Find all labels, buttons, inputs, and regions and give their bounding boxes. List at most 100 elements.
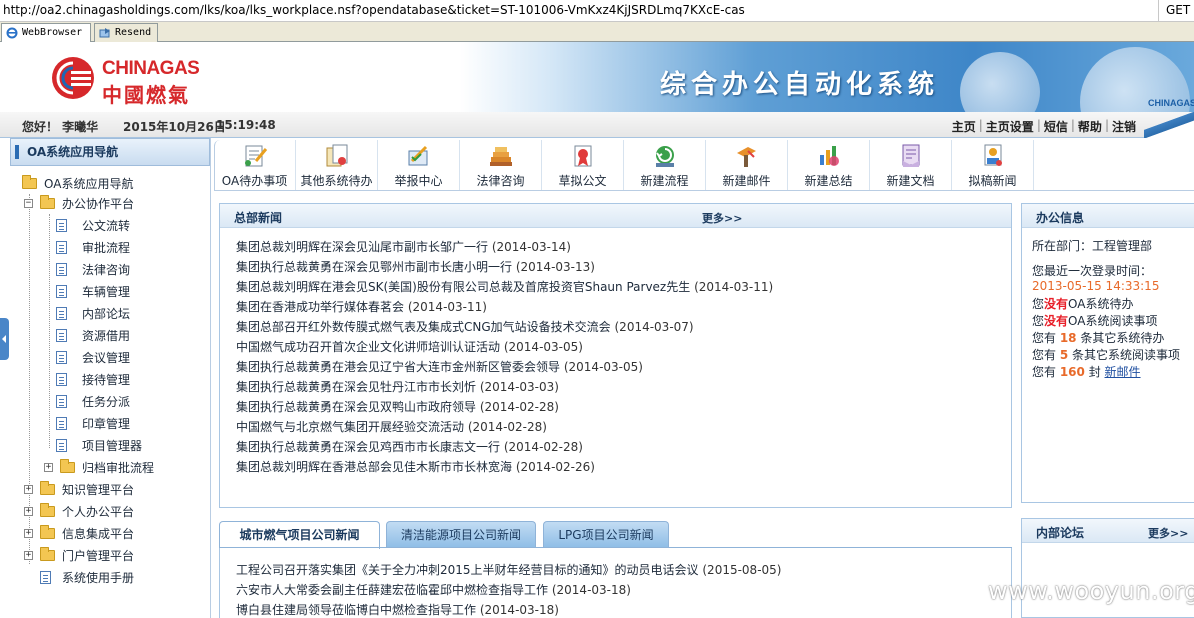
- more-link[interactable]: 更多>>: [1148, 525, 1188, 541]
- news-date: (2014-02-28): [479, 400, 559, 414]
- expand-icon[interactable]: +: [24, 507, 33, 516]
- more-link[interactable]: 更多>>: [702, 210, 742, 226]
- news-date: (2014-03-03): [479, 380, 559, 394]
- news-item[interactable]: 六安市人大常委会副主任薛建宏莅临霍邱中燃检查指导工作 (2014-03-18): [236, 580, 781, 600]
- tab-label: Resend: [115, 27, 152, 38]
- tool-draft-news[interactable]: 拟稿新闻: [952, 140, 1034, 190]
- tab-lpg-news[interactable]: LPG项目公司新闻: [543, 521, 669, 548]
- news-title[interactable]: 集团在香港成功举行媒体春茗会: [236, 300, 404, 314]
- report-icon: [408, 145, 428, 166]
- tree-label: 知识管理平台: [62, 483, 135, 497]
- tool-oa-todo[interactable]: OA待办事项: [214, 140, 296, 190]
- line-prefix: 您有: [1032, 365, 1060, 379]
- link-home[interactable]: 主页: [952, 118, 976, 135]
- other-read-line[interactable]: 您有 5 条其它系统阅读事项: [1032, 347, 1180, 364]
- news-date: (2014-03-18): [479, 603, 559, 617]
- todo-icon: [245, 145, 268, 167]
- news-item[interactable]: 集团在香港成功举行媒体春茗会 (2014-03-11): [236, 297, 773, 317]
- news-item[interactable]: 集团执行总裁黄勇在深会见牡丹江市市长刘忻 (2014-03-03): [236, 377, 773, 397]
- tab-city-gas-news[interactable]: 城市燃气项目公司新闻: [219, 521, 380, 549]
- news-title[interactable]: 中国燃气成功召开首次企业文化讲师培训认证活动: [236, 340, 500, 354]
- tool-label: 新建邮件: [722, 174, 771, 188]
- tree-label: 接待管理: [82, 373, 131, 387]
- news-item[interactable]: 集团执行总裁黄勇在深会见鄂州市副市长唐小明一行 (2014-03-13): [236, 257, 773, 277]
- tool-new-process[interactable]: 新建流程: [624, 140, 706, 190]
- news-title[interactable]: 集团总部召开红外数传膜式燃气表及集成式CNG加气站设备技术交流会: [236, 320, 611, 334]
- http-method: GET: [1158, 0, 1194, 22]
- folder-open-icon: [40, 195, 55, 209]
- news-title[interactable]: 集团执行总裁黄勇在深会见双鸭山市政府领导: [236, 400, 476, 414]
- city-news-panel: 工程公司召开落实集团《关于全力冲刺2015上半财年经营目标的通知》的动员电话会议…: [219, 548, 1012, 618]
- news-item[interactable]: 中国燃气成功召开首次企业文化讲师培训认证活动 (2014-03-05): [236, 337, 773, 357]
- news-item[interactable]: 集团执行总裁黄勇在深会见鸡西市市长康志文一行 (2014-02-28): [236, 437, 773, 457]
- read-line[interactable]: 您没有OA系统阅读事项: [1032, 313, 1180, 330]
- news-item[interactable]: 集团总部召开红外数传膜式燃气表及集成式CNG加气站设备技术交流会 (2014-0…: [236, 317, 773, 337]
- new-mail-icon: [737, 147, 756, 167]
- news-item[interactable]: 博白县住建局领导莅临博白中燃检查指导工作 (2014-03-18): [236, 600, 781, 618]
- mail-count: 160: [1059, 365, 1085, 379]
- news-title[interactable]: 工程公司召开落实集团《关于全力冲刺2015上半财年经营目标的通知》的动员电话会议: [236, 563, 699, 577]
- tree-label: 印章管理: [82, 417, 131, 431]
- news-title[interactable]: 集团总裁刘明辉在港会见SK(美国)股份有限公司总裁及首席投资官Shaun Par…: [236, 280, 690, 294]
- tree-label: OA系统应用导航: [44, 177, 134, 191]
- line-prefix: 您有: [1032, 331, 1060, 345]
- tree-label: 归档审批流程: [82, 461, 155, 475]
- tree-label: 车辆管理: [82, 285, 131, 299]
- tool-draft-document[interactable]: 草拟公文: [542, 140, 624, 190]
- news-title[interactable]: 六安市人大常委会副主任薛建宏莅临霍邱中燃检查指导工作: [236, 583, 548, 597]
- url-bar[interactable]: http://oa2.chinagasholdings.com/lks/koa/…: [0, 0, 1194, 22]
- link-logout[interactable]: 注销: [1112, 118, 1136, 135]
- news-title[interactable]: 集团总裁刘明辉在深会见汕尾市副市长邹广一行: [236, 240, 488, 254]
- expand-icon[interactable]: +: [24, 551, 33, 560]
- tool-new-summary[interactable]: 新建总结: [788, 140, 870, 190]
- news-date: (2014-03-05): [503, 340, 583, 354]
- sidebar-collapse-handle[interactable]: [0, 318, 9, 360]
- news-title[interactable]: 中国燃气与北京燃气集团开展经验交流活动: [236, 420, 464, 434]
- news-item[interactable]: 集团执行总裁黄勇在港会见辽宁省大连市金州新区管委会领导 (2014-03-05): [236, 357, 773, 377]
- tab-resend[interactable]: Resend: [94, 23, 158, 42]
- line-prefix: 您: [1032, 314, 1045, 328]
- tool-new-mail[interactable]: 新建邮件: [706, 140, 788, 190]
- tab-clean-energy-news[interactable]: 清洁能源项目公司新闻: [386, 521, 536, 548]
- tab-webbrowser[interactable]: WebBrowser: [1, 23, 91, 43]
- news-date: (2014-02-28): [467, 420, 547, 434]
- expand-icon[interactable]: +: [44, 463, 53, 472]
- chinagas-logo-icon: [52, 57, 94, 99]
- line-value: 没有: [1044, 314, 1069, 328]
- tool-report-center[interactable]: 举报中心: [378, 140, 460, 190]
- tree-label: 信息集成平台: [62, 527, 135, 541]
- expand-icon[interactable]: +: [24, 485, 33, 494]
- news-title[interactable]: 集团执行总裁黄勇在深会见鄂州市副市长唐小明一行: [236, 260, 512, 274]
- news-title[interactable]: 集团执行总裁黄勇在港会见辽宁省大连市金州新区管委会领导: [236, 360, 560, 374]
- todo-line[interactable]: 您没有OA系统待办: [1032, 296, 1180, 313]
- news-title[interactable]: 集团总裁刘明辉在香港总部会见佳木斯市市长林宽海: [236, 460, 512, 474]
- news-item[interactable]: 集团总裁刘明辉在香港总部会见佳木斯市市长林宽海 (2014-02-26): [236, 457, 773, 477]
- link-help[interactable]: 帮助: [1078, 118, 1102, 135]
- document-icon: [56, 373, 67, 386]
- url-text[interactable]: http://oa2.chinagasholdings.com/lks/koa/…: [3, 3, 745, 17]
- expand-icon[interactable]: +: [24, 529, 33, 538]
- link-sms[interactable]: 短信: [1044, 118, 1068, 135]
- news-item[interactable]: 集团总裁刘明辉在深会见汕尾市副市长邹广一行 (2014-03-14): [236, 237, 773, 257]
- other-todo-line[interactable]: 您有 18 条其它系统待办: [1032, 330, 1180, 347]
- tool-legal-consult[interactable]: 法律咨询: [460, 140, 542, 190]
- tool-new-document[interactable]: 新建文档: [870, 140, 952, 190]
- tool-other-todo[interactable]: 其他系统待办: [296, 140, 378, 190]
- news-item[interactable]: 集团执行总裁黄勇在深会见双鸭山市政府领导 (2014-02-28): [236, 397, 773, 417]
- news-title[interactable]: 集团执行总裁黄勇在深会见牡丹江市市长刘忻: [236, 380, 476, 394]
- news-item[interactable]: 中国燃气与北京燃气集团开展经验交流活动 (2014-02-28): [236, 417, 773, 437]
- tree-label: 法律咨询: [82, 263, 131, 277]
- link-home-settings[interactable]: 主页设置: [986, 118, 1034, 135]
- news-item[interactable]: 工程公司召开落实集团《关于全力冲刺2015上半财年经营目标的通知》的动员电话会议…: [236, 560, 781, 580]
- collapse-icon[interactable]: −: [24, 199, 33, 208]
- office-info-panel: 办公信息 所在部门：工程管理部 您最近一次登录时间： 2013-05-15 14…: [1021, 203, 1194, 503]
- new-mail-link[interactable]: 新邮件: [1105, 365, 1141, 379]
- news-date: (2014-03-13): [515, 260, 595, 274]
- news-title[interactable]: 博白县住建局领导莅临博白中燃检查指导工作: [236, 603, 476, 617]
- news-item[interactable]: 集团总裁刘明辉在港会见SK(美国)股份有限公司总裁及首席投资官Shaun Par…: [236, 277, 773, 297]
- tree-label: 项目管理器: [82, 439, 143, 453]
- other-todo-icon: [326, 144, 348, 167]
- tool-label: 法律咨询: [476, 174, 525, 188]
- document-icon: [56, 285, 67, 298]
- news-title[interactable]: 集团执行总裁黄勇在深会见鸡西市市长康志文一行: [236, 440, 500, 454]
